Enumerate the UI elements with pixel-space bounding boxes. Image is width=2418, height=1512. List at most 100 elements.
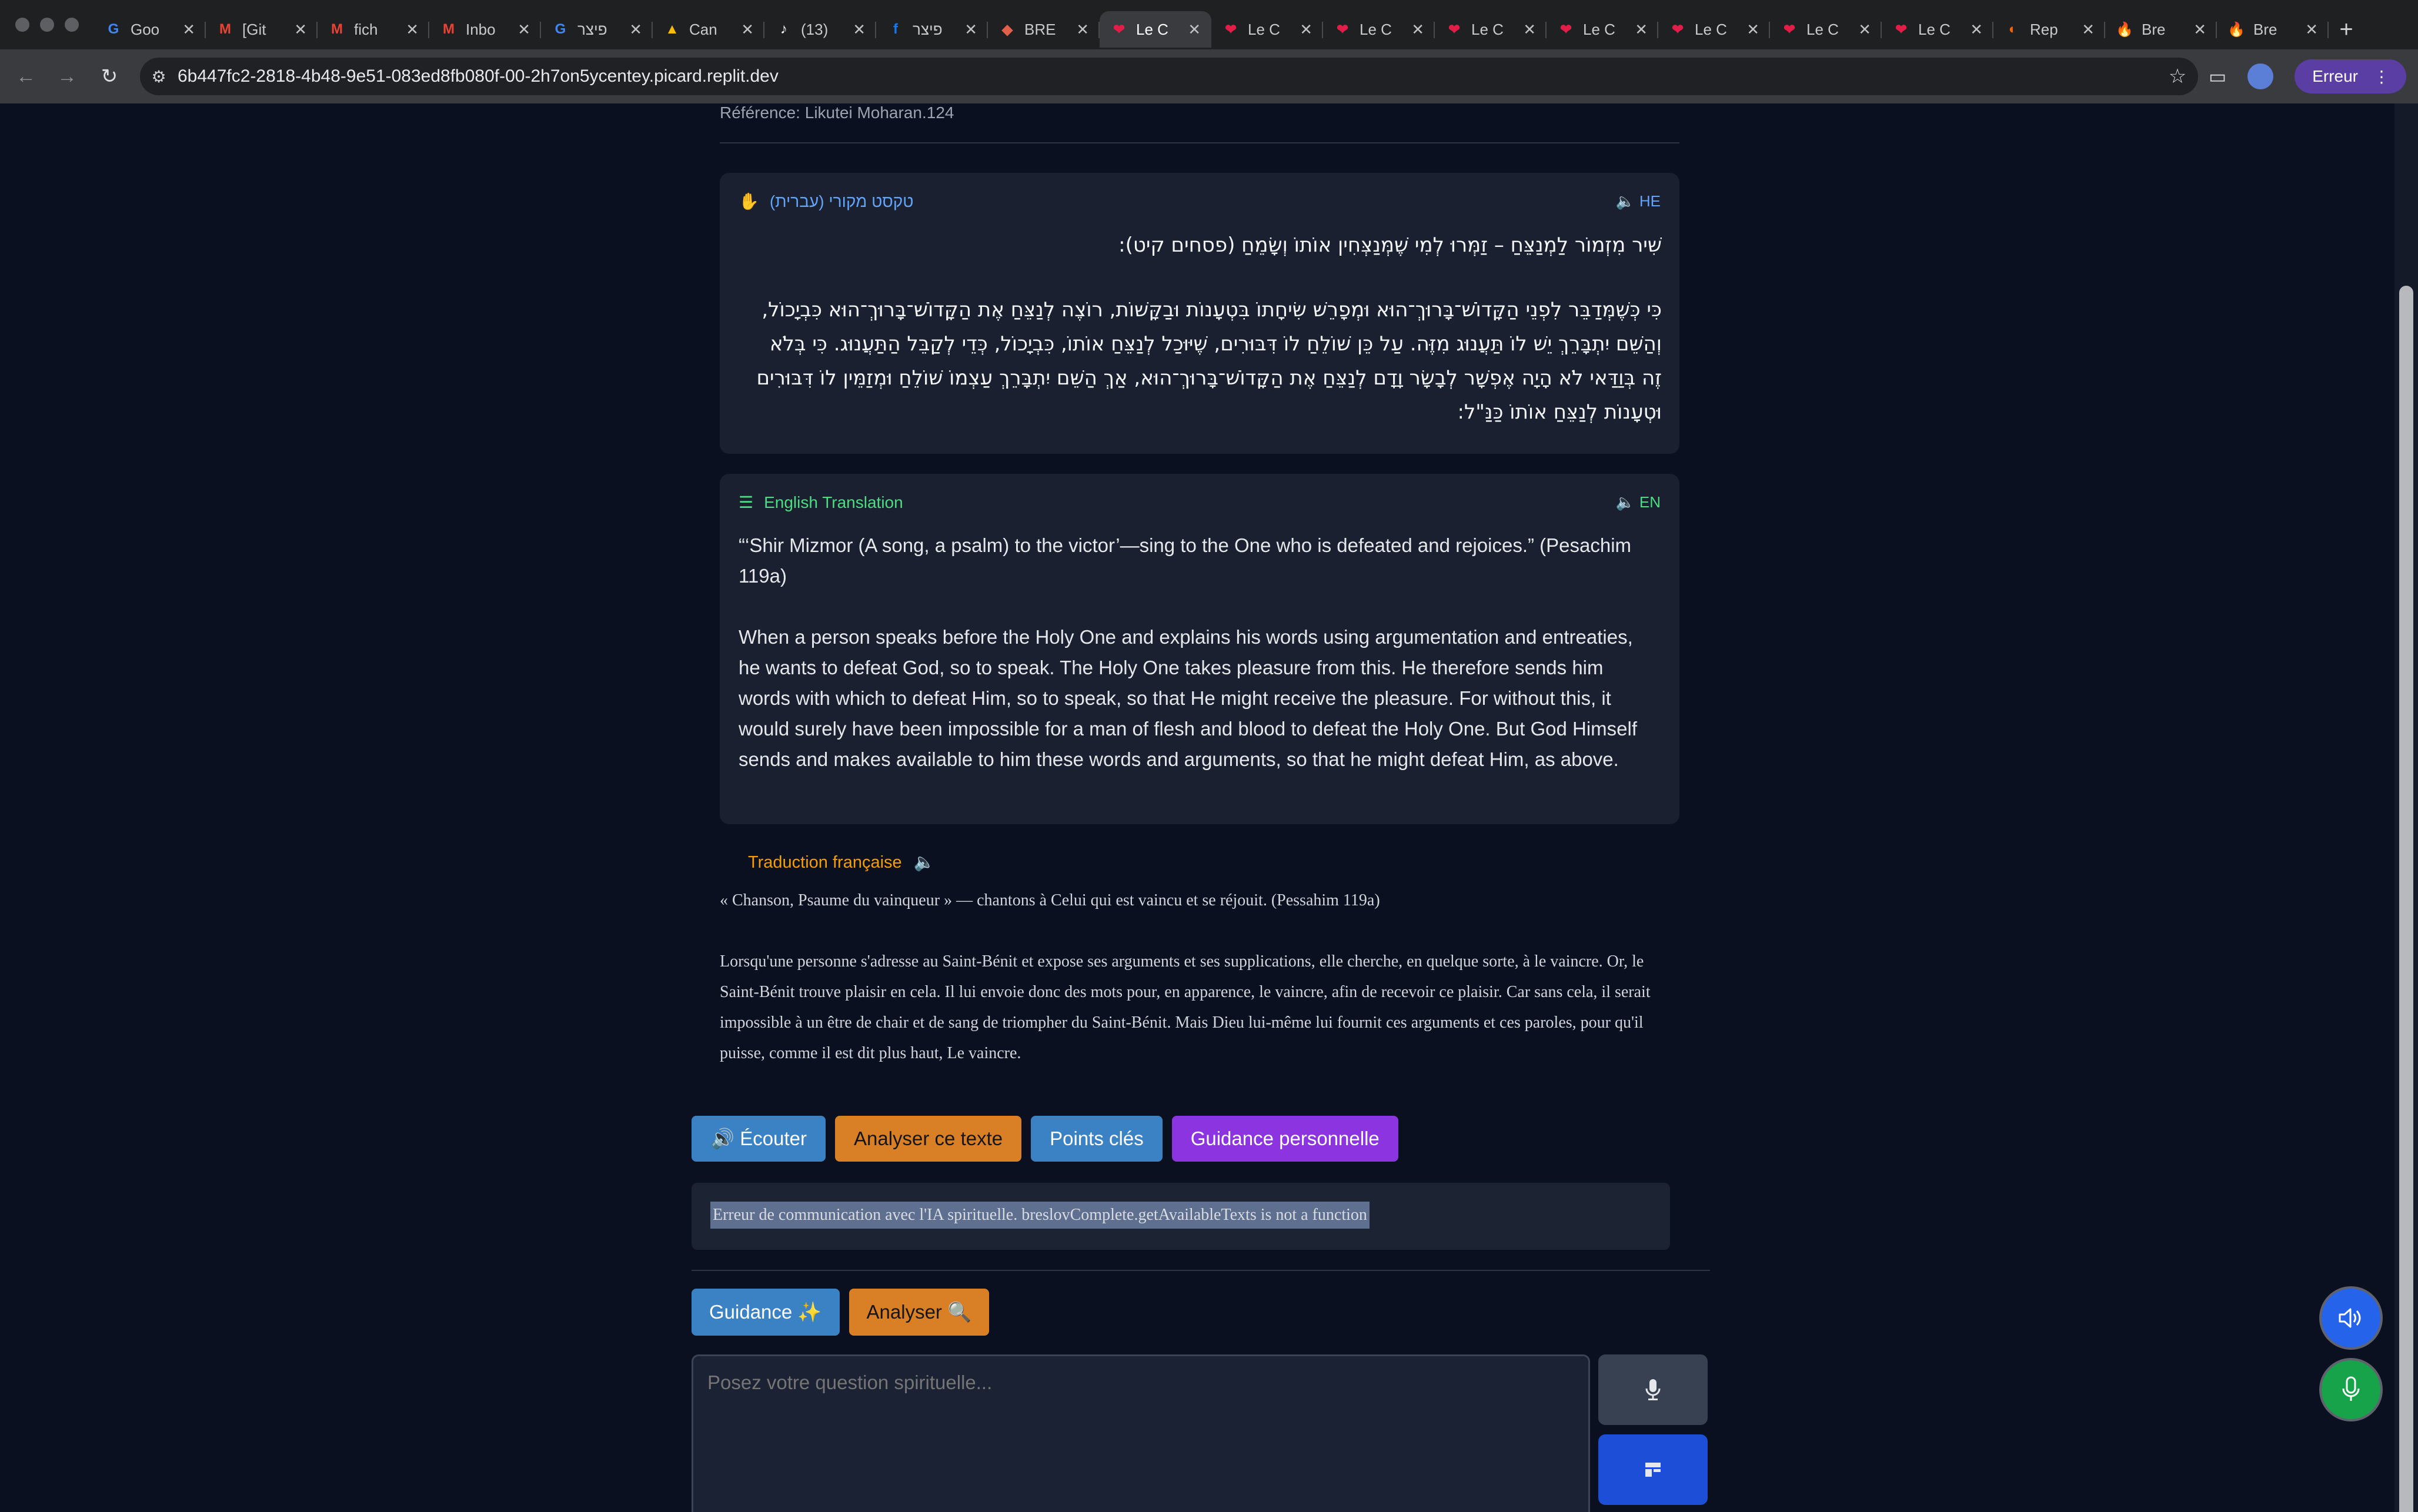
new-tab-button[interactable]: +: [2329, 11, 2364, 48]
close-tab-icon[interactable]: ✕: [1300, 21, 1312, 39]
tab-title: פיצר: [913, 20, 943, 38]
url-text[interactable]: 6b447fc2-2818-4b48-9e51-083ed8fb080f-00-…: [178, 66, 2157, 86]
close-tab-icon[interactable]: ✕: [741, 21, 754, 39]
question-input[interactable]: [692, 1354, 1590, 1512]
floating-mic-button[interactable]: [2322, 1360, 2380, 1419]
browser-tab[interactable]: ❤ Le C ✕: [1770, 11, 1882, 48]
english-speak-button[interactable]: 🔈 EN: [1616, 493, 1661, 511]
heart-icon: ❤: [1895, 21, 1908, 38]
cast-icon[interactable]: ▭: [2209, 65, 2226, 88]
close-tab-icon[interactable]: ✕: [1970, 21, 1983, 39]
tab-title: Le C: [1248, 20, 1280, 38]
close-tab-icon[interactable]: ✕: [853, 21, 866, 39]
close-tab-icon[interactable]: ✕: [1635, 21, 1648, 39]
profile-avatar[interactable]: [2247, 63, 2274, 89]
divider: [720, 142, 1679, 143]
close-tab-icon[interactable]: ✕: [2193, 21, 2206, 39]
close-tab-icon[interactable]: ✕: [182, 21, 195, 39]
drive-icon: ▲: [665, 21, 679, 37]
browser-tab[interactable]: ❤ Le C ✕: [1658, 11, 1770, 48]
page-scrollbar[interactable]: [2394, 103, 2418, 1512]
flame-icon: 🔥: [2227, 21, 2245, 38]
browser-tab[interactable]: ❤ Le C ✕: [1323, 11, 1435, 48]
browser-tab[interactable]: ❤ Le C ✕: [1211, 11, 1323, 48]
close-tab-icon[interactable]: ✕: [406, 21, 419, 39]
tab-title: fich: [354, 20, 378, 38]
tab-title: Bre: [2142, 20, 2166, 38]
bookmark-star-icon[interactable]: ☆: [2157, 65, 2198, 88]
forward-button[interactable]: →: [46, 49, 88, 103]
scrollbar-thumb[interactable]: [2399, 286, 2413, 1512]
close-tab-icon[interactable]: ✕: [2082, 21, 2095, 39]
heart-icon: ❤: [1448, 21, 1461, 38]
speaker-icon: [2339, 1308, 2361, 1328]
tab-title: BRE: [1024, 20, 1056, 38]
more-vertical-icon: ⋮: [2373, 67, 2390, 86]
browser-tab[interactable]: M Inbo ✕: [429, 11, 541, 48]
minimize-window-button[interactable]: [40, 18, 54, 32]
text-action-buttons: 🔊 Écouter Analyser ce texte Points clés …: [692, 1116, 1398, 1162]
gmail-icon: M: [219, 21, 231, 37]
french-speak-icon[interactable]: 🔈: [914, 852, 935, 872]
browser-tab[interactable]: Mfich ✕: [318, 11, 429, 48]
personal-guidance-button[interactable]: Guidance personnelle: [1171, 1116, 1398, 1162]
browser-tab[interactable]: f פיצר ✕: [876, 11, 988, 48]
hebrew-speak-button[interactable]: 🔈 HE: [1616, 192, 1661, 210]
send-icon: [1645, 1463, 1661, 1477]
tab-title: Goo: [131, 20, 160, 38]
close-tab-icon[interactable]: ✕: [2305, 21, 2318, 39]
close-tab-icon[interactable]: ✕: [1188, 21, 1201, 39]
close-tab-icon[interactable]: ✕: [1858, 21, 1871, 39]
browser-tab[interactable]: G Goo ✕: [94, 11, 206, 48]
site-settings-icon[interactable]: ⚙: [140, 67, 178, 86]
browser-tab[interactable]: ◐ Rep ✕: [1993, 11, 2105, 48]
english-text-body: “‘Shir Mizmor (A song, a psalm) to the v…: [739, 530, 1644, 775]
close-tab-icon[interactable]: ✕: [517, 21, 530, 39]
microphone-icon: [2342, 1376, 2360, 1401]
voice-input-button[interactable]: [1598, 1354, 1708, 1425]
gmail-icon: M: [443, 21, 455, 37]
french-paragraph: « Chanson, Psaume du vainqueur » — chant…: [720, 891, 1380, 909]
heart-icon: ❤: [1113, 21, 1125, 38]
close-window-button[interactable]: [15, 18, 29, 32]
browser-tab[interactable]: ◆ BRE ✕: [988, 11, 1100, 48]
guidance-button[interactable]: Guidance ✨: [692, 1289, 840, 1336]
list-icon: ☰: [739, 493, 754, 511]
close-tab-icon[interactable]: ✕: [964, 21, 977, 39]
google-icon: G: [108, 21, 119, 37]
tab-title: Le C: [1136, 20, 1168, 38]
key-points-button[interactable]: Points clés: [1031, 1116, 1163, 1162]
error-pill-button[interactable]: Erreur ⋮: [2295, 59, 2406, 93]
listen-button[interactable]: 🔊 Écouter: [692, 1116, 826, 1162]
browser-tab[interactable]: ❤ Le C ✕: [1882, 11, 1993, 48]
browser-tab[interactable]: 🔥 Bre ✕: [2217, 11, 2329, 48]
browser-tab[interactable]: 🔥 Bre ✕: [2105, 11, 2217, 48]
close-tab-icon[interactable]: ✕: [1523, 21, 1536, 39]
browser-tab[interactable]: ▲ Can ✕: [653, 11, 764, 48]
browser-tab[interactable]: G פיצר ✕: [541, 11, 653, 48]
back-button[interactable]: ←: [5, 49, 47, 103]
close-tab-icon[interactable]: ✕: [629, 21, 642, 39]
tab-title: Le C: [1360, 20, 1392, 38]
browser-tab-strip: G Goo ✕ M [Git ✕ Mfich ✕ M Inbo ✕ G פיצר ✕ ▲ Can ✕ ♪ (13) ✕…: [0, 0, 2418, 49]
close-tab-icon[interactable]: ✕: [1411, 21, 1424, 39]
address-bar[interactable]: ⚙ 6b447fc2-2818-4b48-9e51-083ed8fb080f-0…: [140, 58, 2198, 95]
google-icon: G: [555, 21, 566, 37]
reload-button[interactable]: ↻: [88, 49, 131, 103]
browser-tab[interactable]: ❤ Le C ✕: [1435, 11, 1547, 48]
send-button[interactable]: [1598, 1434, 1708, 1505]
close-tab-icon[interactable]: ✕: [1746, 21, 1759, 39]
tiktok-icon: ♪: [780, 21, 787, 37]
arrow-right-icon: →: [57, 65, 77, 88]
heart-icon: ❤: [1336, 21, 1349, 38]
close-tab-icon[interactable]: ✕: [1076, 21, 1089, 39]
browser-tab[interactable]: ❤ Le C ✕: [1100, 11, 1211, 48]
close-tab-icon[interactable]: ✕: [294, 21, 307, 39]
browser-tab[interactable]: ♪ (13) ✕: [764, 11, 876, 48]
browser-tab[interactable]: ❤ Le C ✕: [1547, 11, 1658, 48]
analyze-text-button[interactable]: Analyser ce texte: [835, 1116, 1022, 1162]
analyze-button[interactable]: Analyser 🔍: [849, 1289, 990, 1336]
floating-speaker-button[interactable]: [2322, 1289, 2380, 1347]
browser-tab[interactable]: M [Git ✕: [206, 11, 318, 48]
maximize-window-button[interactable]: [65, 18, 79, 32]
